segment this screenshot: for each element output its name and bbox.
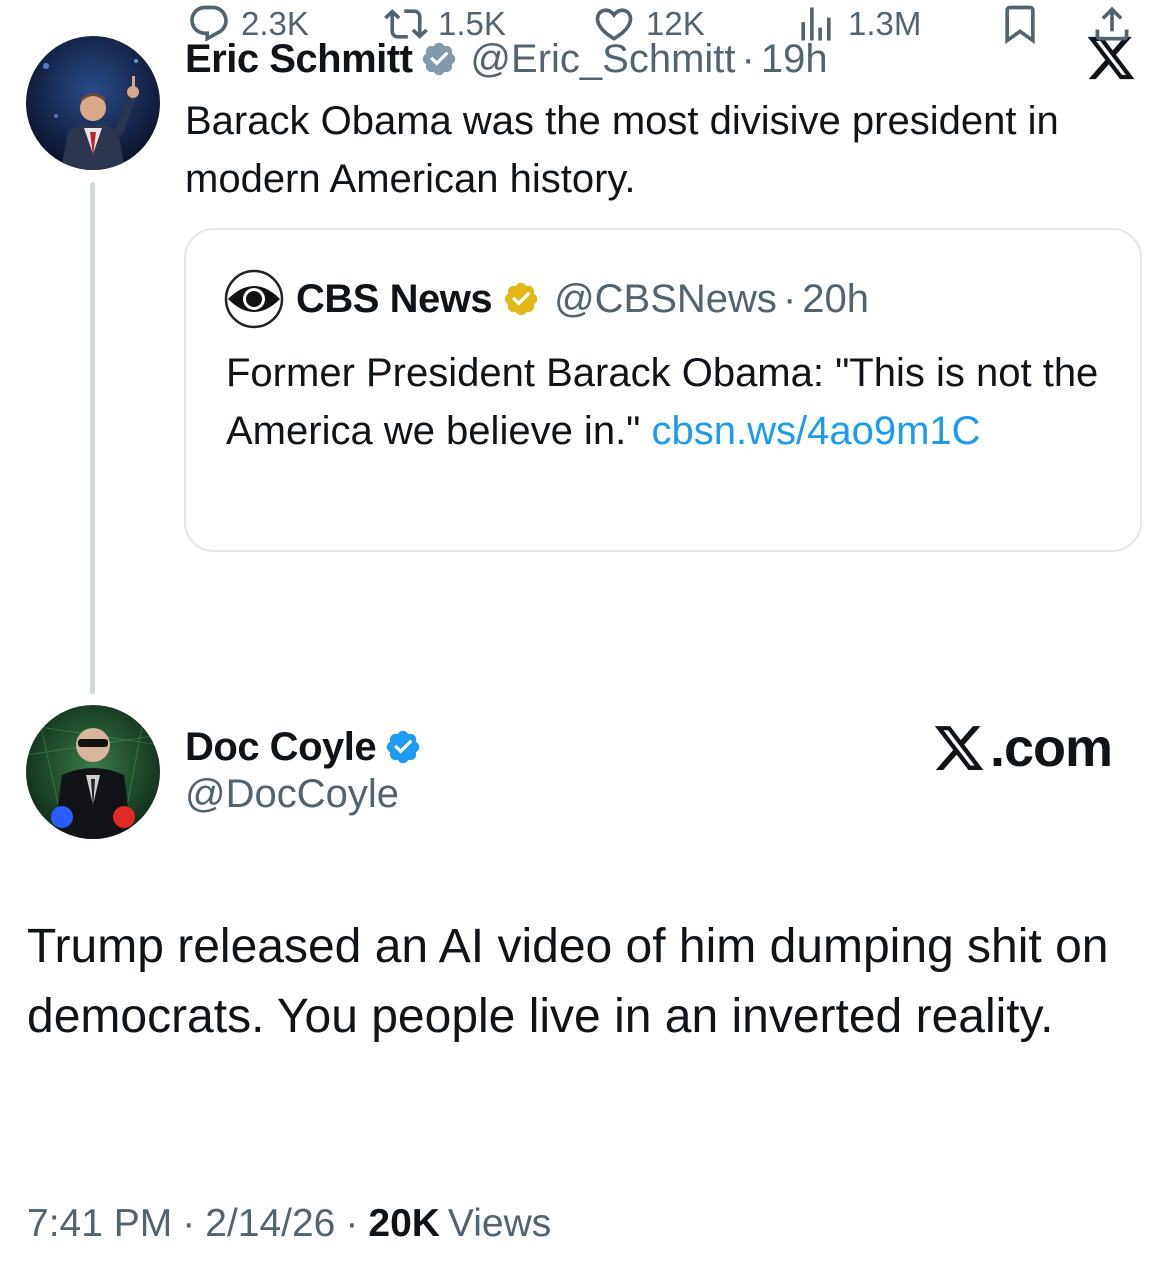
quoted-tweet-time[interactable]: 20h (802, 277, 869, 322)
footer-views-count: 20K (368, 1202, 440, 1245)
quoted-tweet-header: CBS News @CBSNews · 20h (224, 269, 869, 329)
quoted-author-handle[interactable]: @CBSNews (554, 277, 777, 322)
footer-views-label: Views (447, 1202, 552, 1245)
quoted-tweet-card[interactable]: CBS News @CBSNews · 20h Former President… (184, 228, 1142, 552)
avatar-doc-coyle[interactable] (26, 705, 160, 839)
like-count: 12K (646, 5, 705, 42)
tweet-footer: 7:41 PM · 2/14/26 · 20K Views (27, 1198, 551, 1250)
quoted-link[interactable]: cbsn.ws/4ao9m1C (652, 409, 981, 453)
heart-icon (595, 8, 633, 41)
separator-dot: · (182, 1202, 196, 1245)
like-button[interactable]: 12K (592, 0, 705, 48)
cbs-eye-logo (224, 269, 284, 329)
x-logo-icon (934, 726, 984, 770)
avatar-eric-schmitt[interactable] (26, 36, 160, 170)
reply-count: 2.3K (241, 5, 309, 42)
quoted-author-name[interactable]: CBS News (296, 277, 493, 322)
reply-tweet-text: Trump released an AI video of him dumpin… (27, 920, 1109, 1043)
reply-tweet-header: Doc Coyle (185, 720, 422, 774)
reply-author-handle[interactable]: @DocCoyle (185, 772, 399, 817)
quoted-tweet-text: Former President Barack Obama: "This is … (226, 344, 1116, 460)
share-icon (1095, 6, 1129, 41)
views-button[interactable]: 1.3M (794, 0, 921, 48)
reply-icon (190, 5, 228, 42)
retweet-icon (384, 9, 428, 39)
retweet-button[interactable]: 1.5K (384, 0, 506, 48)
parent-tweet-text: Barack Obama was the most divisive presi… (185, 99, 1059, 201)
footer-time[interactable]: 7:41 PM (27, 1202, 172, 1246)
watermark-text: .com (990, 718, 1113, 778)
x-com-watermark: .com (930, 718, 1113, 778)
views-icon (801, 7, 831, 41)
thread-connector-line (90, 182, 95, 694)
gold-verified-badge-icon (504, 282, 538, 316)
reply-button[interactable]: 2.3K (187, 0, 309, 48)
retweet-count: 1.5K (438, 5, 506, 42)
verified-badge-icon (386, 730, 420, 764)
separator-dot: · (741, 36, 755, 81)
footer-date[interactable]: 2/14/26 (205, 1202, 335, 1246)
bookmark-button[interactable] (998, 0, 1042, 48)
separator-dot: · (345, 1202, 359, 1245)
separator-dot: · (782, 276, 797, 321)
views-count: 1.3M (848, 5, 922, 42)
share-button[interactable] (1090, 0, 1134, 48)
bookmark-icon (1005, 5, 1035, 45)
reply-author-name[interactable]: Doc Coyle (185, 725, 377, 770)
